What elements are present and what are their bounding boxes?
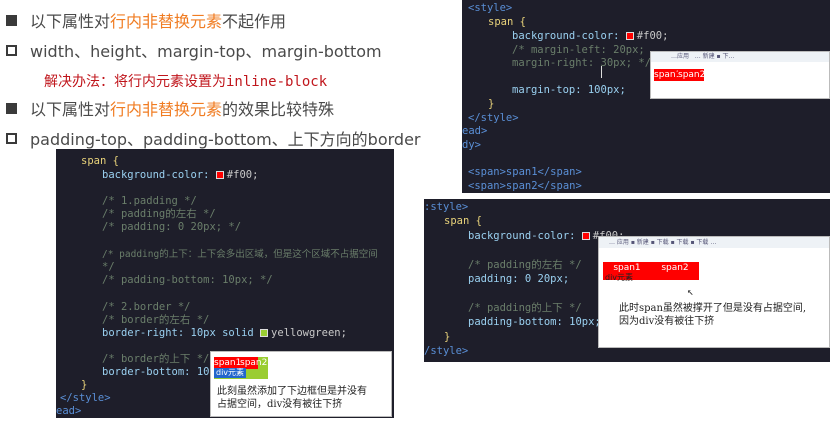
code-line: } [81, 379, 88, 391]
preview-padding: … 应用 ▪ 新建 ▪ 下载 ▪ 下载 ▪ 下载 … span1 span2 d… [598, 236, 830, 348]
code-line: background-color: [512, 30, 620, 42]
filled-square-icon [6, 102, 17, 114]
code-line: /style> [424, 345, 469, 357]
text-cursor [601, 66, 602, 78]
preview-margin: …应用 … 新建 ▪ 下… span1 span2 [650, 51, 830, 99]
code-line: padding: 0 20px; [468, 273, 570, 285]
bullet-4-text: padding-top、padding-bottom、上下方向的border [30, 130, 421, 149]
bullet-2-text: width、height、margin-top、margin-bottom [30, 42, 382, 61]
code-panel-border: span { background-color: #f00; /* 1.padd… [56, 149, 394, 418]
bullet-3-post: 的效果比较特殊 [222, 100, 335, 119]
color-swatch-red [581, 232, 590, 240]
code-line: span { [81, 155, 119, 167]
hollow-square-icon [6, 44, 17, 56]
span1-box: span1 [654, 69, 682, 81]
code-line: span { [488, 16, 526, 28]
bullet-3-pre: 以下属性对 [30, 100, 111, 119]
code-line: margin-right: 30px; */ [512, 57, 652, 69]
preview-border: span1 span2 div元素 此刻虽然添加了下边框但是并没有 占据空间，d… [210, 351, 392, 417]
code-line: padding-bottom: 10px; [468, 316, 601, 328]
div-element-label: div元素 [214, 368, 247, 378]
code-line: background-color: [102, 169, 210, 181]
code-value: #f00; [226, 169, 259, 181]
code-line: /* padding的上下 */ [468, 302, 582, 314]
code-line: /* border的上下 */ [102, 353, 210, 365]
bullet-3: 以下属性对 行内非替换元素 的效果比较特殊 [6, 96, 334, 120]
bullet-4: padding-top、padding-bottom、上下方向的border [6, 126, 421, 150]
code-panel-margin: <style> span { background-color: #f00; /… [462, 0, 830, 193]
code-line: <style> [468, 2, 513, 14]
code-line: border-right: 10px solid [102, 327, 254, 339]
bullet-1: 以下属性对 行内非替换元素 不起作用 [6, 8, 286, 32]
color-swatch-red [625, 32, 634, 40]
code-line: /* 1.padding */ [102, 195, 197, 207]
code-line: margin-top: 100px; [512, 84, 626, 96]
span2-box: span2 [678, 69, 706, 81]
hollow-square-icon [6, 132, 17, 144]
code-line: /* margin-left: 20px; [512, 44, 645, 56]
code-line: ead> [56, 405, 82, 417]
code-line: /* padding-bottom: 10px; */ [102, 274, 273, 286]
code-line: */ [102, 261, 115, 273]
filled-square-icon [6, 14, 17, 26]
color-swatch-yellowgreen [260, 329, 269, 337]
code-line: } [444, 331, 451, 343]
preview-note: 此时span虽然被撑开了但是没有占据空间, 因为div没有被往下挤 [619, 303, 807, 327]
solution-code: inline-block [226, 74, 328, 90]
mouse-pointer-icon: ↖ [687, 285, 694, 298]
code-line: /* padding的左右 */ [102, 208, 216, 220]
code-value: #f00; [636, 30, 669, 42]
code-line: background-color: [468, 230, 576, 242]
code-line: /* padding: 0 20px; */ [102, 221, 242, 233]
code-line: </style> [468, 112, 519, 124]
bullet-1-post: 不起作用 [222, 12, 287, 31]
code-line: ead> [462, 125, 488, 137]
code-line: span { [444, 215, 482, 227]
preview-note: 此刻虽然添加了下边框但是并没有 占据空间，div没有被往下挤 [217, 386, 367, 410]
solution-label: 解决办法：将行内元素设置为 [44, 74, 226, 90]
code-line: /* 2.border */ [102, 301, 191, 313]
code-line: :style> [424, 201, 469, 213]
bullet-1-highlight: 行内非替换元素 [110, 12, 223, 31]
color-swatch-red [215, 171, 224, 179]
code-line: <span>span1</span> [468, 166, 582, 178]
code-line: /* padding的上下：上下会多出区域，但是这个区域不占据空间 [102, 249, 378, 260]
code-line: border-bottom: 10 [102, 366, 210, 378]
browser-toolbar: … 应用 ▪ 新建 ▪ 下载 ▪ 下载 ▪ 下载 … [599, 237, 829, 248]
code-line: dy> [462, 139, 481, 151]
code-value: yellowgreen; [271, 327, 347, 339]
div-element-label: div元素 [605, 273, 634, 282]
code-line: /* padding的左右 */ [468, 259, 582, 271]
code-line: <span>span2</span> [468, 180, 582, 192]
code-panel-padding: :style> span { background-color: #f00; /… [424, 199, 830, 362]
browser-toolbar: …应用 … 新建 ▪ 下… [651, 52, 829, 62]
bullet-1-pre: 以下属性对 [30, 12, 111, 31]
span2-box: span2 [651, 262, 699, 280]
code-line: /* border的左右 */ [102, 314, 210, 326]
solution-text: 解决办法：将行内元素设置为inline-block [44, 71, 327, 91]
code-line: } [488, 98, 495, 110]
code-line: </style> [60, 392, 111, 404]
bullet-2: width、height、margin-top、margin-bottom [6, 38, 382, 62]
bullet-3-highlight: 行内非替换元素 [110, 100, 223, 119]
